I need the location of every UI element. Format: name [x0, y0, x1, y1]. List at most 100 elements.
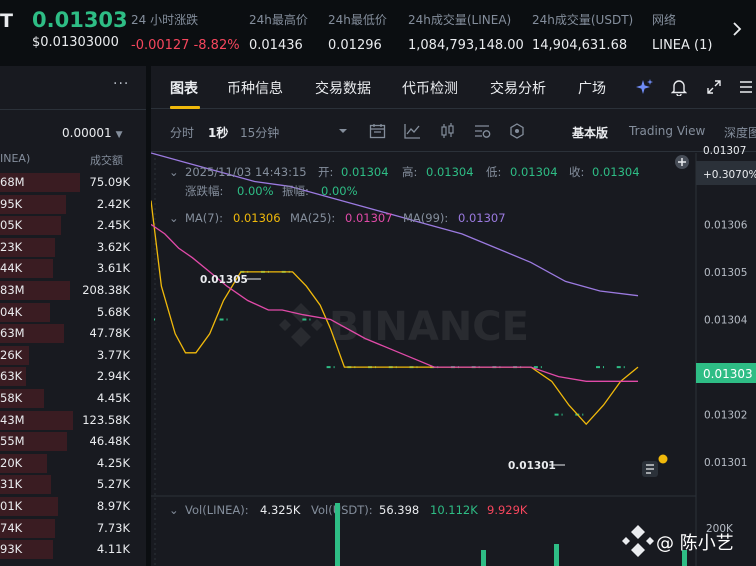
- ohlc-datetime: 2025/11/03 14:43:15: [185, 165, 307, 179]
- ask-row[interactable]: 74K 7.73K: [0, 518, 146, 540]
- ma25-value: 0.01307: [345, 211, 393, 225]
- ask-row[interactable]: 04K 5.68K: [0, 302, 146, 324]
- more-icon[interactable]: ···: [113, 76, 129, 92]
- stat-24h-change: 24 小时涨跌 -0.00127 -8.82%: [131, 11, 240, 53]
- stat-value: -0.00127 -8.82%: [131, 38, 240, 53]
- high-label: 高:: [402, 165, 417, 179]
- ask-amount: 58K: [0, 390, 23, 405]
- symbol-name[interactable]: T: [0, 10, 13, 32]
- ask-row[interactable]: 68M 75.09K: [0, 172, 146, 194]
- ask-total: 47.78K: [89, 326, 130, 341]
- volume-bar: [481, 550, 486, 566]
- ticker-bar: T 0.01303 $0.01303000 24 小时涨跌 -0.00127 -…: [0, 0, 756, 62]
- stat-label: 24h成交量(LINEA): [408, 13, 512, 27]
- low-label: 低:: [486, 165, 501, 179]
- ask-amount: 43M: [0, 412, 25, 427]
- stat-24h-volume-base: 24h成交量(LINEA) 1,084,793,148.00: [408, 11, 524, 53]
- price-axis: 0.013070.013060.013050.013040.013020.013…: [704, 172, 748, 469]
- ask-total: 4.45K: [96, 390, 130, 405]
- open-value: 0.01304: [341, 165, 389, 179]
- stat-value: 0.01436: [249, 38, 303, 53]
- ma7-value: 0.01306: [233, 211, 281, 225]
- stat-24h-volume-quote: 24h成交量(USDT) 14,904,631.68: [532, 11, 633, 53]
- ask-total: 5.27K: [96, 477, 130, 492]
- high-marker: 0.01305: [200, 274, 248, 286]
- ask-amount: 20K: [0, 455, 23, 470]
- price-tick-label: 0.01304: [704, 315, 748, 327]
- ask-row[interactable]: 20K 4.25K: [0, 453, 146, 475]
- volume-value: 4.325K: [260, 503, 301, 517]
- volume-sell-value: 9.929K: [487, 503, 528, 517]
- ask-total: 3.62K: [96, 239, 130, 254]
- chevron-down-icon[interactable]: ⌄: [169, 165, 179, 179]
- ask-amount: 23K: [0, 239, 23, 254]
- change-label: 涨跌幅:: [185, 184, 223, 198]
- chevron-down-icon[interactable]: ⌄: [169, 503, 179, 517]
- ask-row[interactable]: 93K 4.11K: [0, 539, 146, 561]
- ask-amount: 63M: [0, 326, 25, 341]
- ask-total: 123.58K: [82, 412, 130, 427]
- ask-total: 75.09K: [89, 175, 130, 189]
- stat-label: 24 小时涨跌: [131, 13, 199, 27]
- ask-row[interactable]: 43M 123.58K: [0, 410, 146, 432]
- price-chart[interactable]: BINANCE 0.01307 0.01306 0.01305 0.01304 0.01…: [151, 66, 756, 566]
- price-tick-label: 0.01302: [704, 410, 747, 422]
- ask-amount: 44K: [0, 261, 23, 276]
- ask-amount: 95K: [0, 196, 23, 211]
- price-tick-label: 0.01301: [704, 457, 747, 469]
- order-book: ··· 0.00001 ▼ INEA) 成交额 68M 75.09K 95K 2.42K…: [0, 66, 146, 566]
- stat-label: 网络: [652, 13, 677, 27]
- ask-row[interactable]: 23K 3.62K: [0, 237, 146, 259]
- stat-label: 24h最低价: [328, 13, 387, 27]
- ask-amount: 63K: [0, 369, 23, 384]
- ask-row[interactable]: 58K 4.45K: [0, 388, 146, 410]
- tick-size-select[interactable]: 0.00001 ▼: [62, 126, 123, 140]
- high-value: 0.01304: [426, 165, 474, 179]
- low-marker: 0.01301: [508, 460, 556, 472]
- column-header-amount: INEA): [0, 152, 31, 165]
- chevron-down-icon[interactable]: ⌄: [169, 211, 179, 225]
- ma99-value: 0.01307: [458, 211, 506, 225]
- ask-row[interactable]: 05K 2.45K: [0, 215, 146, 237]
- author-name: @ 陈小艺: [656, 533, 734, 554]
- ask-row[interactable]: 95K 2.42K: [0, 194, 146, 216]
- price-tick-label: 0.01305: [704, 267, 747, 279]
- divider: [0, 109, 146, 110]
- ask-total: 3.77K: [96, 347, 130, 362]
- ask-row[interactable]: 26K 3.77K: [0, 345, 146, 367]
- ask-row[interactable]: 01K 8.97K: [0, 496, 146, 518]
- chevron-right-icon[interactable]: [732, 22, 742, 40]
- ask-total: 2.45K: [96, 218, 130, 233]
- ask-row[interactable]: 63K 2.94K: [0, 366, 146, 388]
- ask-total: 7.73K: [96, 520, 130, 535]
- ask-row[interactable]: 83M 208.38K: [0, 280, 146, 302]
- stat-network[interactable]: 网络 LINEA (1): [652, 11, 712, 53]
- price-axis-top-label: 0.01307: [703, 145, 746, 157]
- stat-24h-low: 24h最低价 0.01296: [328, 11, 387, 53]
- ask-row[interactable]: 31K 5.27K: [0, 474, 146, 496]
- tick-size-value: 0.00001: [62, 126, 112, 140]
- ask-total: 5.68K: [96, 304, 130, 319]
- ask-amount: 83M: [0, 282, 25, 297]
- volume-bar: [554, 544, 559, 566]
- ask-row[interactable]: 44K 3.61K: [0, 258, 146, 280]
- ask-total: 8.97K: [96, 498, 130, 513]
- stat-24h-high: 24h最高价 0.01436: [249, 11, 308, 53]
- ask-row[interactable]: 55M 46.48K: [0, 431, 146, 453]
- change-value: 0.00%: [237, 184, 274, 198]
- ask-amount: 93K: [0, 542, 23, 557]
- column-header-total: 成交额: [90, 154, 123, 167]
- caret-down-icon: ▼: [115, 130, 123, 140]
- ma25-label: MA(25):: [290, 211, 335, 225]
- ask-amount: 74K: [0, 520, 23, 535]
- volume-buy-value: 10.112K: [430, 503, 478, 517]
- ask-amount: 05K: [0, 218, 23, 233]
- ask-row[interactable]: 63M 47.78K: [0, 323, 146, 345]
- volume-usdt-label: Vol(USDT):: [311, 503, 373, 517]
- volume-bar: [335, 503, 340, 566]
- notification-dot: [658, 454, 668, 464]
- close-label: 收:: [569, 165, 584, 179]
- price-tick-label: 0.01306: [704, 219, 748, 231]
- stat-value: 1,084,793,148.00: [408, 38, 524, 53]
- close-value: 0.01304: [592, 165, 640, 179]
